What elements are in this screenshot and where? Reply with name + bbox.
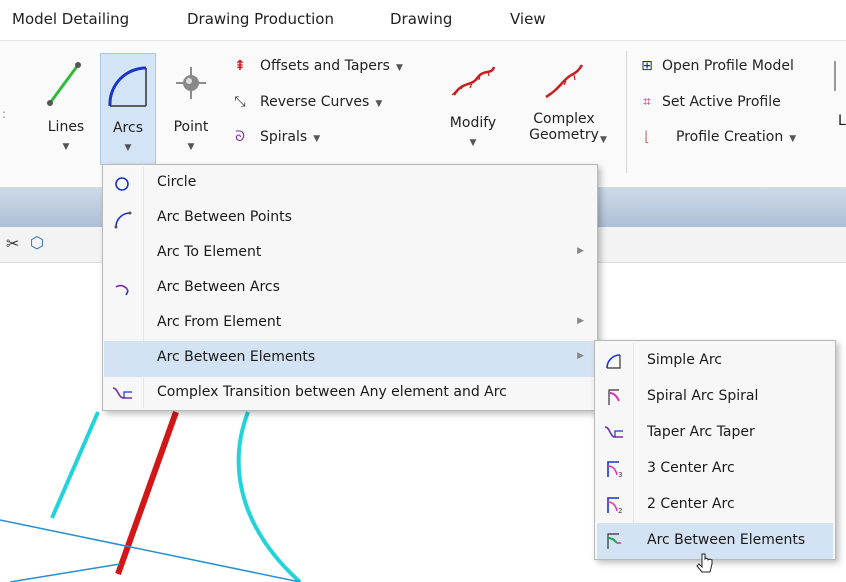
mouse-cursor-icon xyxy=(696,553,713,573)
two-center-arc-icon: 2 xyxy=(607,497,622,515)
chevron-down-icon: ▼ xyxy=(62,142,70,152)
complex-geometry-icon xyxy=(545,64,584,99)
spirals-button[interactable]: ᘐ Spirals ▼ xyxy=(230,129,320,145)
chevron-right-icon: ▶ xyxy=(577,351,584,361)
chevron-down-icon: ▼ xyxy=(187,142,195,152)
menu-item-complex-transition[interactable]: Complex Transition between Any element a… xyxy=(104,376,596,412)
point-icon xyxy=(176,67,206,99)
reverse-curves-icon: ⤡ xyxy=(234,94,246,110)
point-button[interactable]: Point ▼ xyxy=(164,53,218,167)
arcs-label: Arcs xyxy=(112,120,144,136)
taper-arc-taper-icon xyxy=(604,426,623,438)
arc-between-elements-submenu: Simple Arc Spiral Arc Spiral Taper Arc T… xyxy=(594,340,836,560)
menu-bar: Model Detailing Drawing Production Drawi… xyxy=(0,0,846,40)
profile-creation-button[interactable]: ⌊ Profile Creation ▼ xyxy=(638,129,796,145)
offsets-icon: ⇞ xyxy=(234,58,246,74)
complex-label-1: Complex xyxy=(533,111,595,127)
menu-item-arc-between-points[interactable]: Arc Between Points xyxy=(104,201,596,237)
submenu-item-taper-arc-taper[interactable]: Taper Arc Taper xyxy=(597,415,833,451)
chevron-down-icon: ▼ xyxy=(789,134,797,144)
open-profile-model-button[interactable]: ⊞ Open Profile Model xyxy=(638,58,794,74)
submenu-item-simple-arc[interactable]: Simple Arc xyxy=(597,343,833,379)
ribbon-edge-icon xyxy=(834,61,836,91)
ribbon-separator xyxy=(626,51,627,173)
circle-icon xyxy=(115,177,129,191)
chevron-down-icon: ▼ xyxy=(469,138,477,148)
arcs-button[interactable]: Arcs ▼ xyxy=(100,53,156,165)
line-icon xyxy=(47,62,81,106)
truncated-label: L xyxy=(838,113,846,129)
menu-item-arc-between-arcs[interactable]: Arc Between Arcs xyxy=(104,271,596,307)
spiral-icon: ᘐ xyxy=(235,129,245,145)
profile-creation-icon: ⌊ xyxy=(644,129,650,145)
spiral-arc-spiral-icon xyxy=(608,389,620,405)
submenu-item-2-center-arc[interactable]: 2 2 Center Arc xyxy=(597,487,833,523)
lines-label: Lines xyxy=(47,119,85,135)
chevron-right-icon: ▶ xyxy=(577,316,584,326)
chevron-right-icon: ▶ xyxy=(577,246,584,256)
active-profile-icon: ⌗ xyxy=(643,94,651,110)
menu-drawing[interactable]: Drawing xyxy=(390,10,452,28)
submenu-item-arc-between-elements[interactable]: Arc Between Elements xyxy=(597,523,833,559)
set-active-profile-button[interactable]: ⌗ Set Active Profile xyxy=(638,94,781,110)
chevron-down-icon: ▼ xyxy=(313,134,321,144)
modify-icon xyxy=(451,66,496,96)
modify-button[interactable]: Modify ▼ xyxy=(438,53,508,167)
modify-label: Modify xyxy=(449,115,497,131)
scissors-icon[interactable]: ✂ xyxy=(6,234,19,253)
scroll-left-icon[interactable]: : xyxy=(2,107,6,121)
svg-text:2: 2 xyxy=(618,507,622,515)
arc-between-elements-icon xyxy=(607,533,621,549)
menu-item-arc-to-element[interactable]: Arc To Element ▶ xyxy=(104,236,596,272)
three-center-arc-icon: 3 xyxy=(607,461,622,479)
reverse-curves-button[interactable]: ⤡ Reverse Curves ▼ xyxy=(230,94,382,110)
menu-item-circle[interactable]: Circle xyxy=(104,166,596,202)
arc-icon xyxy=(108,66,147,107)
menu-view[interactable]: View xyxy=(510,10,546,28)
chevron-down-icon: ▼ xyxy=(375,99,383,109)
menu-drawing-production[interactable]: Drawing Production xyxy=(187,10,334,28)
grid-icon: ⊞ xyxy=(641,58,653,74)
arc-between-arcs-icon xyxy=(115,284,129,296)
chevron-down-icon: ▼ xyxy=(395,63,403,73)
point-label: Point xyxy=(173,119,209,135)
chevron-down-icon: ▼ xyxy=(600,135,607,145)
menu-item-arc-between-elements[interactable]: Arc Between Elements ▶ xyxy=(104,341,596,377)
chevron-down-icon: ▼ xyxy=(124,143,132,153)
complex-transition-icon xyxy=(112,387,132,399)
simple-arc-icon xyxy=(606,354,621,369)
menu-item-arc-from-element[interactable]: Arc From Element ▶ xyxy=(104,306,596,342)
complex-geometry-button[interactable]: Complex Geometry ▼ xyxy=(516,53,612,167)
arc-points-icon xyxy=(114,211,132,229)
submenu-item-3-center-arc[interactable]: 3 3 Center Arc xyxy=(597,451,833,487)
offsets-tapers-button[interactable]: ⇞ Offsets and Tapers ▼ xyxy=(230,58,403,74)
arcs-dropdown-menu: Circle Arc Between Points Arc To Element… xyxy=(102,164,598,411)
submenu-item-spiral-arc-spiral[interactable]: Spiral Arc Spiral xyxy=(597,379,833,415)
fence-icon[interactable]: ⬡ xyxy=(30,233,44,252)
complex-label-2: Geometry xyxy=(529,127,599,143)
svg-text:3: 3 xyxy=(618,471,622,479)
menu-model-detailing[interactable]: Model Detailing xyxy=(12,10,129,28)
lines-button[interactable]: Lines ▼ xyxy=(40,53,92,167)
